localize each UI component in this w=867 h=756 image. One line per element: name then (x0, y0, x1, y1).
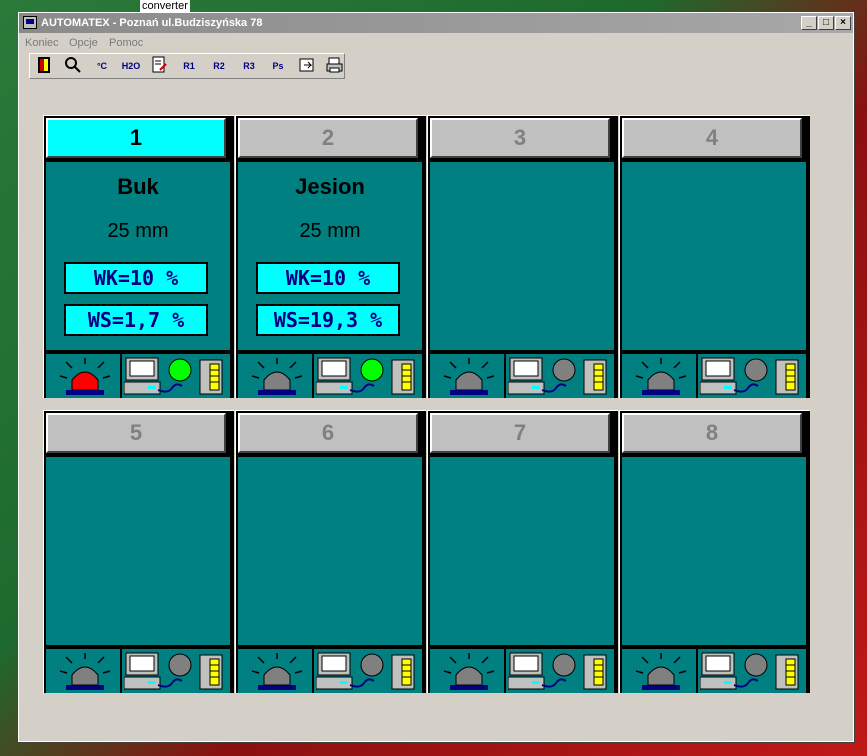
chamber-panel-5[interactable]: 5 (43, 410, 234, 693)
computer-status-icon[interactable] (124, 651, 230, 691)
computer-status-icon[interactable] (316, 356, 422, 396)
ws-value-box: WS=19,3 % (256, 304, 400, 336)
ws-value-box: WS=1,7 % (64, 304, 208, 336)
alarm-light-icon[interactable] (438, 651, 500, 691)
export-icon[interactable] (296, 56, 318, 76)
chamber-footer (430, 352, 614, 398)
exit-icon[interactable] (33, 56, 55, 76)
temp-chart-icon[interactable]: °C (91, 56, 113, 76)
chamber-panel-3[interactable]: 3 (427, 115, 618, 398)
computer-status-icon[interactable] (700, 651, 806, 691)
alarm-light-icon[interactable] (630, 651, 692, 691)
chamber-number[interactable]: 7 (430, 413, 610, 453)
chamber-panel-2[interactable]: 2 Jesion 25 mm WK=10 % WS=19,3 % (235, 115, 426, 398)
chamber-body (238, 457, 422, 645)
computer-status-icon[interactable] (700, 356, 806, 396)
app-icon[interactable] (23, 16, 37, 29)
desktop-icon-label[interactable]: converter (140, 0, 190, 12)
wood-species: Jesion (295, 174, 365, 199)
chamber-panel-4[interactable]: 4 (619, 115, 810, 398)
alarm-light-icon[interactable] (246, 356, 308, 396)
h2o-chart-icon[interactable]: H2O (120, 56, 142, 76)
alarm-light-icon[interactable] (54, 651, 116, 691)
close-button[interactable]: × (835, 16, 851, 30)
chamber-footer (46, 352, 230, 398)
footer-divider (120, 354, 122, 398)
menu-koniec[interactable]: Koniec (25, 37, 59, 49)
footer-divider (504, 354, 506, 398)
wk-value-box: WK=10 % (64, 262, 208, 294)
chamber-number[interactable]: 8 (622, 413, 802, 453)
chamber-panel-7[interactable]: 7 (427, 410, 618, 693)
alarm-light-icon[interactable] (54, 356, 116, 396)
chamber-number[interactable]: 6 (238, 413, 418, 453)
footer-divider (312, 649, 314, 693)
chamber-body (46, 457, 230, 645)
minimize-button[interactable]: _ (801, 16, 817, 30)
chamber-number[interactable]: 4 (622, 118, 802, 158)
chamber-body (430, 457, 614, 645)
wood-species: Buk (117, 174, 159, 199)
chamber-number[interactable]: 2 (238, 118, 418, 158)
title-bar[interactable]: AUTOMATEX - Poznań ul.Budziszyńska 78 _ … (19, 13, 853, 33)
alarm-light-icon[interactable] (630, 356, 692, 396)
menu-bar: Koniec Opcje Pomoc (19, 34, 853, 52)
footer-divider (696, 354, 698, 398)
chamber-footer (622, 352, 806, 398)
chamber-panel-8[interactable]: 8 (619, 410, 810, 693)
chamber-number[interactable]: 5 (46, 413, 226, 453)
menu-opcje[interactable]: Opcje (69, 37, 98, 49)
chamber-body (622, 162, 806, 350)
chamber-number[interactable]: 1 (46, 118, 226, 158)
chamber-footer (238, 647, 422, 693)
chamber-body (622, 457, 806, 645)
footer-divider (312, 354, 314, 398)
r1-icon[interactable]: R1 (178, 56, 200, 76)
computer-status-icon[interactable] (508, 356, 614, 396)
search-icon[interactable] (62, 56, 84, 76)
r3-icon[interactable]: R3 (238, 56, 260, 76)
ps-icon[interactable]: Ps (267, 56, 289, 76)
footer-divider (504, 649, 506, 693)
print-icon[interactable] (324, 56, 346, 76)
board-thickness: 25 mm (107, 220, 169, 242)
footer-divider (696, 649, 698, 693)
alarm-light-icon[interactable] (438, 356, 500, 396)
toolbar: °C H2O R1 R2 R3 Ps (29, 53, 345, 79)
chamber-panel-6[interactable]: 6 (235, 410, 426, 693)
edit-doc-icon[interactable] (148, 56, 170, 76)
computer-status-icon[interactable] (508, 651, 614, 691)
chamber-body (430, 162, 614, 350)
maximize-button[interactable]: □ (818, 16, 834, 30)
computer-status-icon[interactable] (316, 651, 422, 691)
main-window: AUTOMATEX - Poznań ul.Budziszyńska 78 _ … (18, 12, 854, 742)
alarm-light-icon[interactable] (246, 651, 308, 691)
wk-value-box: WK=10 % (256, 262, 400, 294)
chamber-number[interactable]: 3 (430, 118, 610, 158)
chamber-footer (46, 647, 230, 693)
footer-divider (120, 649, 122, 693)
r2-icon[interactable]: R2 (208, 56, 230, 76)
board-thickness: 25 mm (299, 220, 361, 242)
computer-status-icon[interactable] (124, 356, 230, 396)
chamber-footer (622, 647, 806, 693)
chamber-footer (430, 647, 614, 693)
chamber-body: Buk 25 mm WK=10 % WS=1,7 % (46, 162, 230, 350)
window-title: AUTOMATEX - Poznań ul.Budziszyńska 78 (41, 17, 263, 29)
menu-pomoc[interactable]: Pomoc (109, 37, 143, 49)
chamber-panel-1[interactable]: 1 Buk 25 mm WK=10 % WS=1,7 % (43, 115, 234, 398)
chamber-body: Jesion 25 mm WK=10 % WS=19,3 % (238, 162, 422, 350)
chamber-footer (238, 352, 422, 398)
